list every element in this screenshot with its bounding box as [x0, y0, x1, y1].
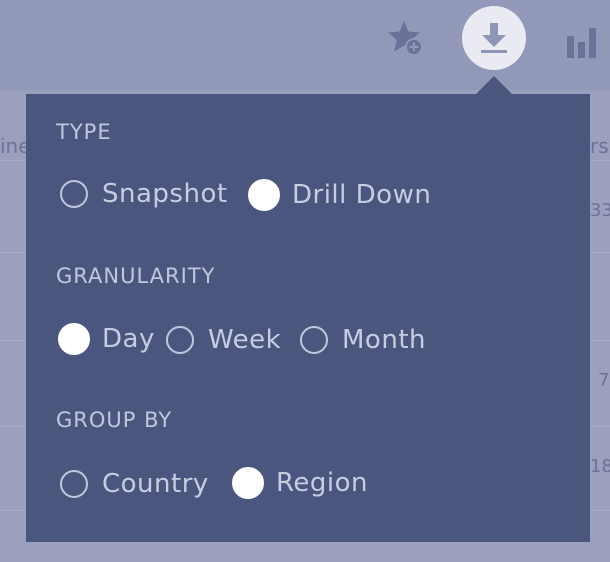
group-by-option-region[interactable]: Region: [232, 467, 368, 499]
granularity-label: GRANULARITY: [56, 264, 216, 288]
radio-selected[interactable]: [232, 467, 264, 499]
bar-chart-icon: [567, 28, 596, 58]
group-by-label: GROUP BY: [56, 408, 173, 432]
option-label: Snapshot: [102, 179, 228, 209]
type-option-drill-down[interactable]: Drill Down: [248, 179, 431, 211]
radio-unselected[interactable]: [60, 180, 88, 208]
granularity-option-day[interactable]: Day: [58, 323, 155, 355]
radio-unselected[interactable]: [300, 326, 328, 354]
type-option-snapshot[interactable]: Snapshot: [60, 179, 228, 209]
chart-button[interactable]: [562, 18, 602, 62]
table-cell: 7: [598, 370, 610, 391]
radio-selected[interactable]: [58, 323, 90, 355]
radio-unselected[interactable]: [60, 470, 88, 498]
option-label: Country: [102, 469, 209, 499]
download-options-popover: TYPE Snapshot Drill Down GRANULARITY Day…: [26, 94, 590, 542]
radio-selected[interactable]: [248, 179, 280, 211]
table-cell: 33: [590, 200, 610, 221]
group-by-option-country[interactable]: Country: [60, 469, 209, 499]
table-cell: 18: [590, 456, 610, 477]
popover-caret: [476, 76, 512, 94]
option-label: Week: [208, 325, 282, 355]
star-plus-icon: [388, 21, 423, 56]
option-label: Day: [102, 324, 155, 354]
favorite-add-button[interactable]: [384, 16, 428, 60]
option-label: Month: [342, 325, 426, 355]
option-label: Drill Down: [292, 180, 432, 210]
column-header-right: rs: [590, 134, 609, 158]
download-icon: [481, 23, 507, 53]
radio-unselected[interactable]: [166, 326, 194, 354]
granularity-option-month[interactable]: Month: [300, 325, 426, 355]
option-label: Region: [276, 468, 369, 498]
download-button[interactable]: [462, 6, 526, 70]
granularity-option-week[interactable]: Week: [166, 325, 281, 355]
type-label: TYPE: [56, 120, 112, 144]
